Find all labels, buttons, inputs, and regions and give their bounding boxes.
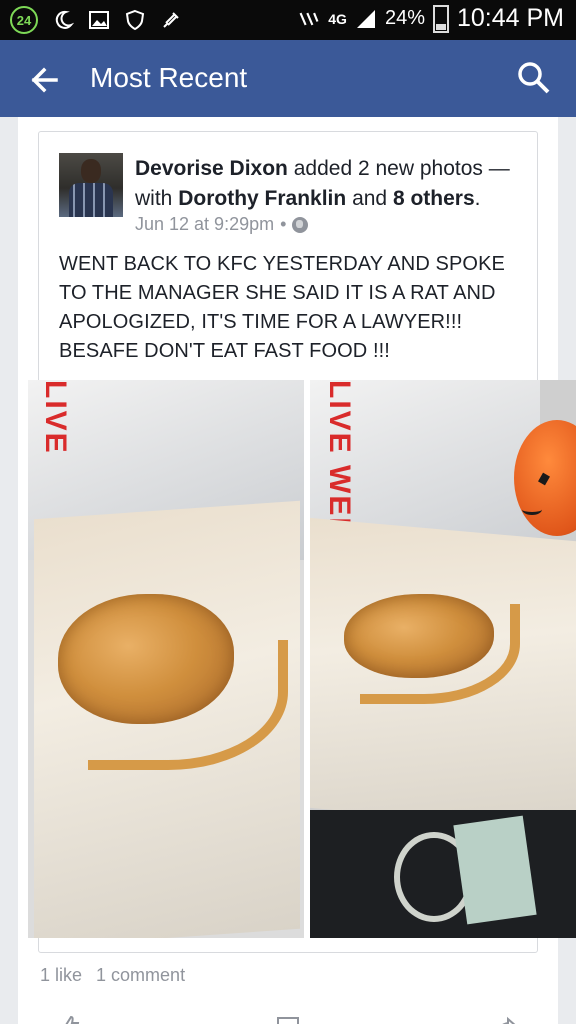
network-type: 4G [328,10,347,27]
page-title: Most Recent [90,62,248,93]
tagged-others[interactable]: 8 others [393,187,475,210]
author-name[interactable]: Devorise Dixon [135,157,288,180]
post-actions [58,1015,518,1024]
avatar-torso [69,183,113,217]
cloth [453,815,537,925]
feed-card: Devorise Dixon added 2 new photos — with… [18,117,576,1024]
and-label: and [352,187,388,210]
photo-grid: LIVE LIVE WELL [28,380,576,938]
like-count[interactable]: 1 like [40,965,82,986]
globe-icon [292,216,309,233]
shield-icon [124,9,146,31]
like-icon[interactable] [58,1015,82,1024]
post-photo-1[interactable]: LIVE [28,380,304,938]
share-icon[interactable] [494,1015,518,1024]
comment-icon[interactable] [276,1015,300,1024]
news-feed[interactable]: Devorise Dixon added 2 new photos — with… [0,117,576,1024]
battery-percent: 24% [384,7,425,29]
tagged-person[interactable]: Dorothy Franklin [178,187,346,210]
plug-icon [160,9,182,31]
post-photo-2[interactable]: LIVE WELL [310,380,576,938]
post-action: added 2 new photos — [293,157,510,180]
avatar-head [81,159,101,183]
post: Devorise Dixon added 2 new photos — with… [28,131,576,953]
image-icon [88,9,110,31]
header-period: . [474,187,481,210]
battery-icon [432,4,449,33]
clock: 10:44 PM [456,4,564,32]
moon-icon [52,9,74,31]
reaction-summary[interactable]: 1 like 1 comment [40,965,185,986]
with-label: with [135,187,173,210]
status-bar-right: 4G 24% 10:44 PM [298,4,564,33]
post-text: WENT BACK TO KFC YESTERDAY AND SPOKE TO … [59,253,505,362]
post-meta: Jun 12 at 9:29pm • [135,214,309,235]
signal-icon [355,8,377,30]
meta-separator: • [280,214,287,234]
comment-count[interactable]: 1 comment [96,965,185,986]
post-date[interactable]: Jun 12 at 9:29pm [135,214,274,235]
notification-badge-icon: 24 [10,6,38,34]
post-header: Devorise Dixon added 2 new photos — with… [135,154,525,214]
arrow-left-icon[interactable] [24,60,64,100]
status-bar: 24 4G 24% 10:44 PM [0,0,576,40]
status-bar-left: 24 [10,6,182,34]
avatar[interactable] [59,153,123,217]
battery-fill [435,23,446,30]
search-icon[interactable] [516,60,552,96]
nfc-icon [298,8,320,30]
photo-1-logo: LIVE [39,380,72,455]
app-bar: Most Recent [0,40,576,117]
